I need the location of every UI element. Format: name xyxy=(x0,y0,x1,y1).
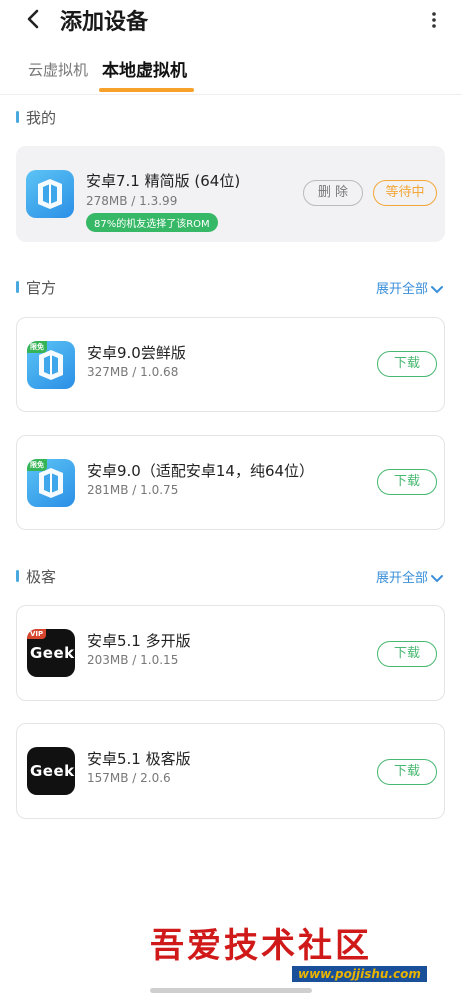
vm-app-icon: 限免 xyxy=(27,459,75,507)
rom-card-official-2[interactable]: 限免 安卓9.0（适配安卓14，纯64位） 281MB / 1.0.75 下载 xyxy=(16,435,445,530)
installed-rom-card[interactable]: 安卓7.1 精简版 (64位) 278MB / 1.3.99 87%的机友选择了… xyxy=(16,146,445,242)
app-name: 安卓9.0尝鲜版 xyxy=(87,344,186,362)
geek-logo-text: Geek xyxy=(30,644,75,662)
rom-card-geek-2[interactable]: Geek 安卓5.1 极客版 157MB / 2.0.6 下载 xyxy=(16,723,445,819)
tab-local-vm[interactable]: 本地虚拟机 xyxy=(102,56,187,81)
geek-logo-text: Geek xyxy=(30,762,75,780)
popularity-tag: 87%的机友选择了该ROM xyxy=(86,213,218,232)
delete-button[interactable]: 删 除 xyxy=(303,180,363,206)
download-button[interactable]: 下载 xyxy=(377,469,437,495)
active-tab-indicator xyxy=(99,88,194,92)
free-badge: 限免 xyxy=(27,459,47,471)
home-indicator[interactable] xyxy=(150,988,312,993)
expand-all-geek[interactable]: 展开全部 xyxy=(376,567,444,586)
app-name: 安卓7.1 精简版 (64位) xyxy=(86,172,241,190)
vip-badge: VIP xyxy=(27,629,47,639)
download-button[interactable]: 下载 xyxy=(377,759,437,785)
chevron-down-icon xyxy=(431,285,443,293)
tab-cloud-vm[interactable]: 云虚拟机 xyxy=(28,59,88,80)
download-button[interactable]: 下载 xyxy=(377,641,437,667)
expand-all-label: 展开全部 xyxy=(375,571,428,586)
expand-all-official[interactable]: 展开全部 xyxy=(376,278,444,297)
top-bar: 添加设备 xyxy=(0,0,462,40)
rom-card-official-1[interactable]: 限免 安卓9.0尝鲜版 327MB / 1.0.68 下载 xyxy=(16,317,445,412)
section-title-mine: 我的 xyxy=(16,107,56,128)
tab-bar: 云虚拟机 本地虚拟机 xyxy=(0,48,462,94)
section-title-official: 官方 xyxy=(16,277,56,298)
vm-app-icon: 限免 xyxy=(27,341,75,389)
page-title: 添加设备 xyxy=(60,10,149,35)
app-size-version: 278MB / 1.3.99 xyxy=(86,194,178,208)
app-size-version: 203MB / 1.0.15 xyxy=(87,653,179,667)
app-name: 安卓9.0（适配安卓14，纯64位） xyxy=(87,462,315,480)
geek-app-icon: Geek xyxy=(27,747,75,795)
watermark-url: www.pojjishu.com xyxy=(292,966,427,982)
vm-app-icon xyxy=(26,170,74,218)
rom-card-geek-1[interactable]: Geek VIP 安卓5.1 多开版 203MB / 1.0.15 下载 xyxy=(16,605,445,701)
back-arrow-icon[interactable] xyxy=(22,7,46,31)
app-size-version: 327MB / 1.0.68 xyxy=(87,365,179,379)
more-options-icon[interactable] xyxy=(424,8,444,32)
waiting-button[interactable]: 等待中 xyxy=(373,180,437,206)
download-button[interactable]: 下载 xyxy=(377,351,437,377)
expand-all-label: 展开全部 xyxy=(375,282,428,297)
free-badge: 限免 xyxy=(27,341,47,353)
divider xyxy=(0,94,462,95)
app-name: 安卓5.1 极客版 xyxy=(87,750,191,768)
app-name: 安卓5.1 多开版 xyxy=(87,632,191,650)
app-size-version: 281MB / 1.0.75 xyxy=(87,483,179,497)
watermark-text: 吾爱技术社区 xyxy=(150,926,372,966)
chevron-down-icon xyxy=(431,574,443,582)
app-size-version: 157MB / 2.0.6 xyxy=(87,771,171,785)
section-title-geek: 极客 xyxy=(16,566,56,587)
geek-app-icon: Geek VIP xyxy=(27,629,75,677)
